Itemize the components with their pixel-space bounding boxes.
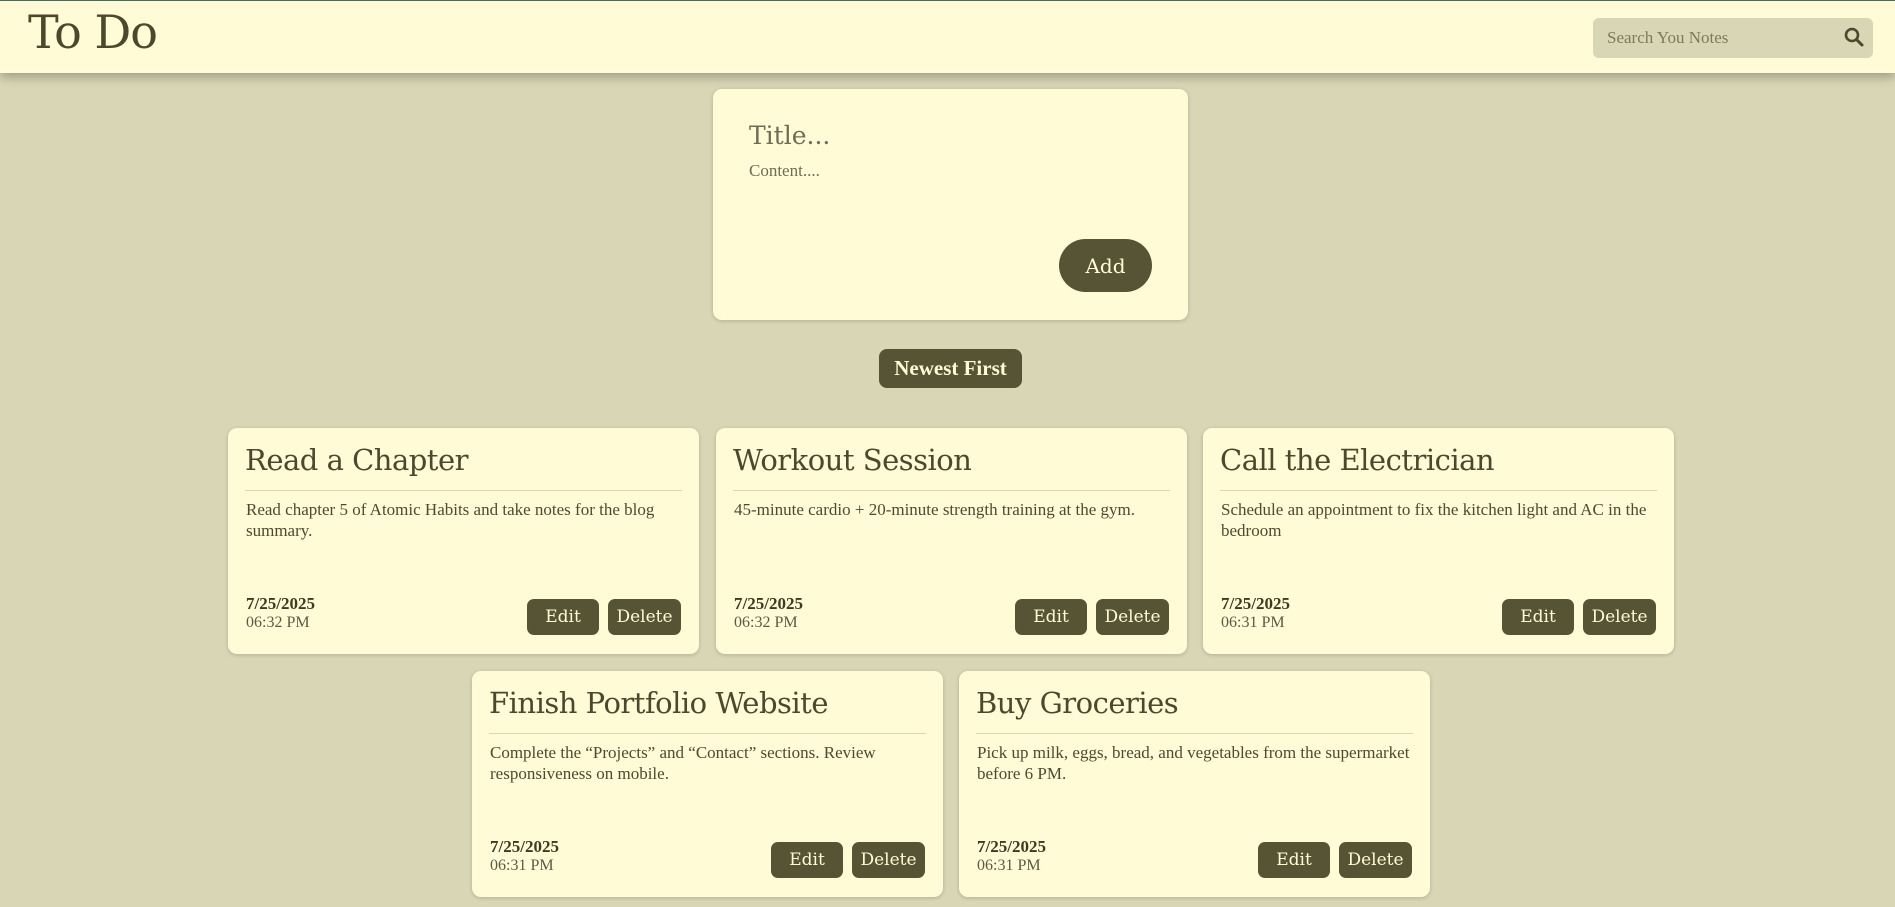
note-date: 7/25/2025 xyxy=(734,594,803,613)
search-icon[interactable] xyxy=(1843,26,1865,48)
note-divider xyxy=(1220,490,1657,491)
note-divider xyxy=(245,490,682,491)
note-title: Call the Electrician xyxy=(1220,443,1495,477)
note-time: 06:32 PM xyxy=(734,614,798,631)
note-card: Call the Electrician Schedule an appoint… xyxy=(1203,428,1674,654)
sort-order-button[interactable]: Newest First xyxy=(879,349,1022,388)
note-content: Pick up milk, eggs, bread, and vegetable… xyxy=(977,743,1410,783)
note-date: 7/25/2025 xyxy=(1221,594,1290,613)
edit-button[interactable]: Edit xyxy=(771,842,843,878)
note-content: Complete the “Projects” and “Contact” se… xyxy=(490,743,876,783)
note-content: 45-minute cardio + 20-minute strength tr… xyxy=(734,500,1135,519)
note-date: 7/25/2025 xyxy=(977,837,1046,856)
delete-button[interactable]: Delete xyxy=(608,599,681,635)
note-date: 7/25/2025 xyxy=(246,594,315,613)
title-input[interactable] xyxy=(749,115,1149,155)
note-title: Finish Portfolio Website xyxy=(489,686,829,720)
note-composer: Add xyxy=(713,89,1188,320)
note-date: 7/25/2025 xyxy=(490,837,559,856)
note-title: Read a Chapter xyxy=(245,443,468,477)
add-button[interactable]: Add xyxy=(1059,239,1152,292)
note-divider xyxy=(976,733,1413,734)
content-input[interactable] xyxy=(749,161,1149,221)
note-time: 06:32 PM xyxy=(246,614,310,631)
app-header: To Do xyxy=(0,0,1895,73)
delete-button[interactable]: Delete xyxy=(1096,599,1169,635)
delete-button[interactable]: Delete xyxy=(852,842,925,878)
note-content: Read chapter 5 of Atomic Habits and take… xyxy=(246,500,655,540)
note-time: 06:31 PM xyxy=(977,857,1041,874)
note-card: Workout Session 45-minute cardio + 20-mi… xyxy=(716,428,1187,654)
note-divider xyxy=(733,490,1170,491)
note-content: Schedule an appointment to fix the kitch… xyxy=(1221,500,1647,540)
edit-button[interactable]: Edit xyxy=(1502,599,1574,635)
note-card: Read a Chapter Read chapter 5 of Atomic … xyxy=(228,428,699,654)
delete-button[interactable]: Delete xyxy=(1339,842,1412,878)
search-box xyxy=(1593,18,1873,58)
note-title: Buy Groceries xyxy=(976,686,1179,720)
edit-button[interactable]: Edit xyxy=(1258,842,1330,878)
note-divider xyxy=(489,733,926,734)
note-time: 06:31 PM xyxy=(1221,614,1285,631)
note-card: Buy Groceries Pick up milk, eggs, bread,… xyxy=(959,671,1430,897)
app-title: To Do xyxy=(28,5,158,59)
edit-button[interactable]: Edit xyxy=(1015,599,1087,635)
delete-button[interactable]: Delete xyxy=(1583,599,1656,635)
note-card: Finish Portfolio Website Complete the “P… xyxy=(472,671,943,897)
edit-button[interactable]: Edit xyxy=(527,599,599,635)
note-time: 06:31 PM xyxy=(490,857,554,874)
note-title: Workout Session xyxy=(733,443,972,477)
search-input[interactable] xyxy=(1593,18,1833,58)
